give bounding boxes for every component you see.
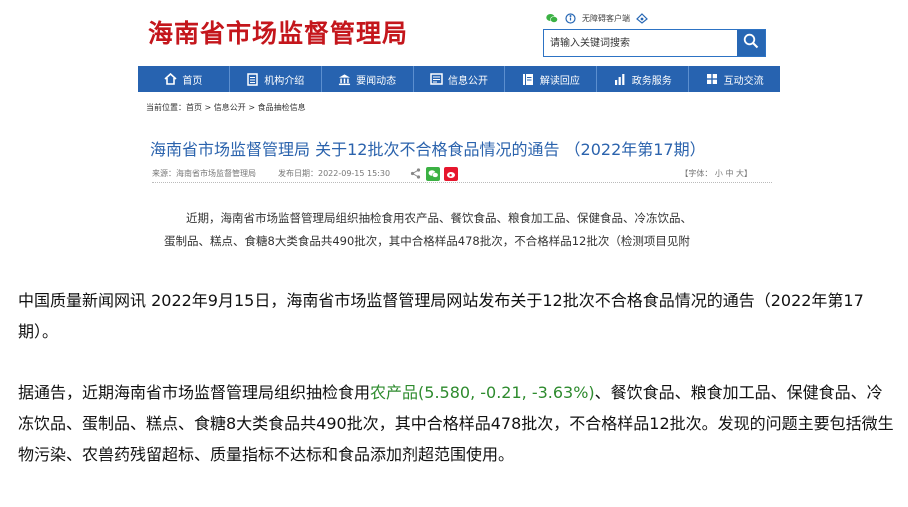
breadcrumb: 当前位置：首页 > 信息公开 > 食品抽检信息	[146, 103, 306, 112]
nav-label: 互动交流	[723, 75, 764, 87]
chart-icon	[614, 73, 627, 86]
nav-label: 政务服务	[631, 75, 672, 87]
grid-icon	[706, 73, 719, 86]
weibo-share-icon[interactable]	[444, 166, 459, 181]
nav-item-interpretation[interactable]: 解读回应	[505, 66, 598, 92]
site-screenshot: 海南省市场监督管理局 无障碍客户端 首页 机构介绍	[138, 0, 780, 262]
article-source: 来源：海南省市场监督管理局	[152, 169, 256, 178]
article-excerpt: 近期，海南省市场监督管理局组织抽检食用农产品、餐饮食品、粮食加工品、保健食品、冷…	[164, 207, 758, 253]
network-icon[interactable]	[636, 12, 648, 24]
news-paragraph-2: 据通告，近期海南省市场监督管理局组织抽检食用农产品(5.580, -0.21, …	[18, 377, 898, 470]
article-title: 海南省市场监督管理局 关于12批次不合格食品情况的通告 （2022年第17期）	[150, 140, 706, 159]
search-input[interactable]	[544, 30, 737, 56]
nav-item-home[interactable]: 首页	[138, 66, 230, 92]
news-paragraph-1: 中国质量新闻网讯 2022年9月15日，海南省市场监督管理局网站发布关于12批次…	[18, 291, 864, 341]
wechat-icon[interactable]	[546, 12, 558, 24]
paragraph-text: 据通告，近期海南省市场监督管理局组织抽检食用	[18, 383, 371, 402]
document-icon	[246, 72, 259, 86]
main-nav: 首页 机构介绍 要闻动态 信息公开 解读回应 政务服务 互动交流	[138, 66, 780, 92]
nav-item-interaction[interactable]: 互动交流	[689, 66, 780, 92]
nav-item-info-disclosure[interactable]: 信息公开	[414, 66, 506, 92]
nav-label: 信息公开	[448, 75, 488, 87]
nav-label: 首页	[182, 75, 203, 87]
share-icon[interactable]	[408, 167, 422, 181]
book-icon	[522, 73, 535, 86]
nav-item-news[interactable]: 要闻动态	[322, 66, 414, 92]
article-meta: 来源：海南省市场监督管理局 发布日期：2022-09-15 15:30 【字体：…	[152, 165, 772, 183]
accessible-client-link[interactable]: 无障碍客户端	[582, 13, 630, 24]
article-date: 发布日期：2022-09-15 15:30	[278, 169, 391, 178]
stock-quote: (5.580, -0.21, -3.63%)	[418, 383, 595, 402]
nav-item-services[interactable]: 政务服务	[597, 66, 690, 92]
stock-link[interactable]: 农产品	[370, 383, 418, 402]
info-icon	[430, 73, 443, 86]
excerpt-line: 近期，海南省市场监督管理局组织抽检食用农产品、餐饮食品、粮食加工品、保健食品、冷…	[186, 211, 692, 225]
search-box	[543, 29, 766, 57]
wechat-share-icon[interactable]	[426, 166, 441, 181]
nav-label: 要闻动态	[356, 75, 397, 87]
top-links: 无障碍客户端	[546, 10, 648, 26]
excerpt-line: 蛋制品、糕点、食糖8大类食品共490批次，其中合格样品478批次，不合格样品12…	[164, 234, 690, 248]
nav-label: 解读回应	[539, 75, 580, 87]
nav-label: 机构介绍	[264, 75, 305, 87]
font-size-control[interactable]: 【字体： 小 中 大】	[680, 168, 752, 179]
nav-item-about[interactable]: 机构介绍	[230, 66, 322, 92]
building-icon	[338, 73, 351, 86]
search-icon	[743, 33, 759, 53]
home-icon	[164, 73, 177, 86]
accessibility-icon[interactable]	[564, 12, 576, 24]
search-button[interactable]	[737, 30, 765, 56]
site-logo[interactable]: 海南省市场监督管理局	[148, 14, 408, 50]
